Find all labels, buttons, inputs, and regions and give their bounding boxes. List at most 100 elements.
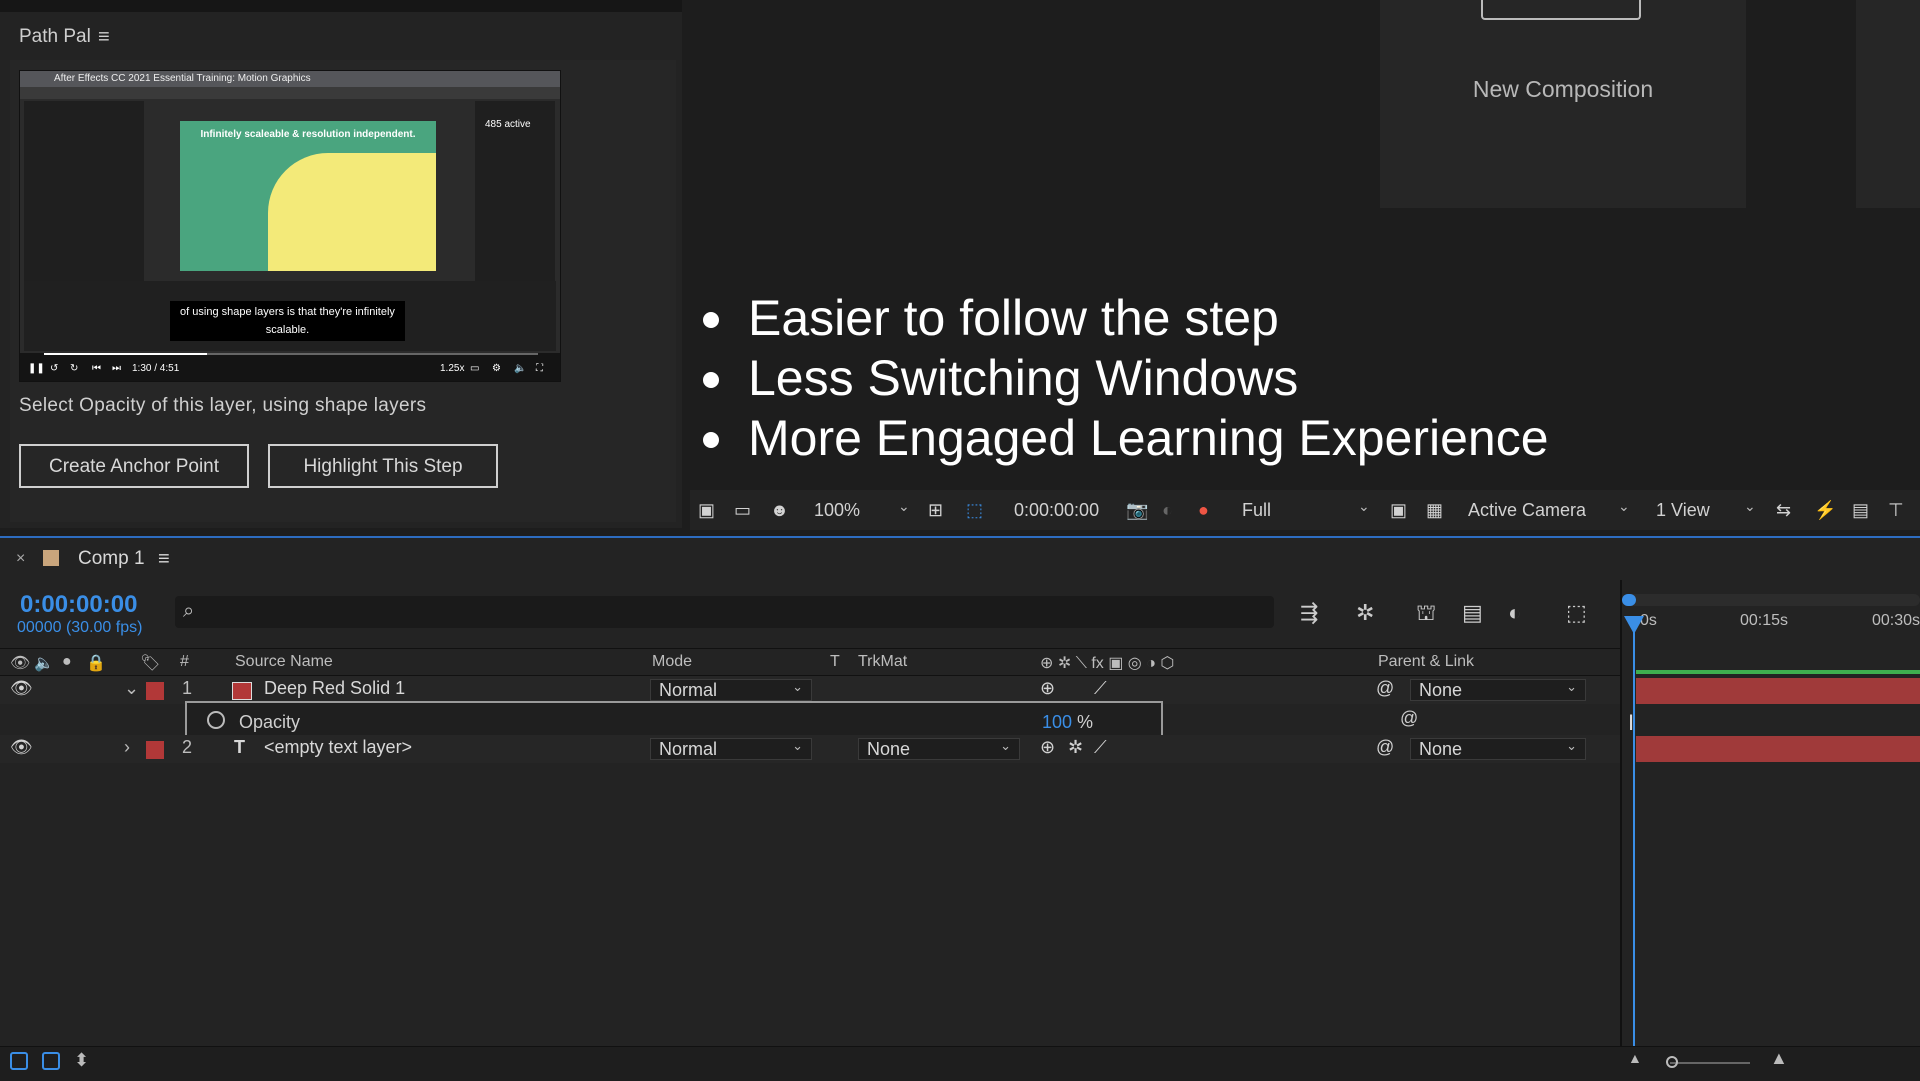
draft-3d-icon[interactable]: ✲ (1356, 600, 1374, 626)
chevron-down-icon[interactable]: ⌄ (1618, 498, 1630, 515)
column-source-name[interactable]: Source Name (235, 653, 333, 671)
zoom-slider-track[interactable] (1670, 1062, 1750, 1064)
always-preview-icon[interactable]: ▣ (698, 490, 715, 530)
safe-zones-icon[interactable]: ⊞ (928, 490, 943, 530)
forward-icon[interactable]: ↻ (70, 363, 78, 374)
zoom-out-icon[interactable]: ▲ (1628, 1050, 1642, 1066)
opacity-value[interactable]: 100 (1042, 712, 1072, 733)
views-dropdown[interactable]: 1 View (1656, 490, 1710, 530)
pickwhip-icon[interactable]: @ (1376, 678, 1394, 699)
close-icon[interactable]: × (16, 550, 25, 568)
camera-dropdown[interactable]: Active Camera (1468, 490, 1586, 530)
highlight-this-step-button[interactable]: Highlight This Step (268, 444, 498, 488)
video-menu-bar (20, 87, 560, 99)
visibility-icon[interactable]: 👁 (10, 737, 33, 758)
eye-icon[interactable]: 👁 (10, 653, 30, 673)
zoom-in-icon[interactable]: ▲ (1770, 1048, 1788, 1069)
flowchart-icon[interactable]: ⊤ (1888, 490, 1904, 530)
tutorial-video-player[interactable]: After Effects CC 2021 Essential Training… (19, 70, 561, 382)
fast-previews-icon[interactable]: ⚡ (1814, 490, 1836, 530)
mask-icon[interactable]: ☻ (770, 490, 789, 530)
hamburger-icon[interactable]: ≡ (158, 548, 170, 571)
frame-blending-icon[interactable]: ▤ (1462, 600, 1483, 626)
chevron-down-icon[interactable]: ⌄ (1744, 498, 1756, 515)
mode-select[interactable]: Normal ⌄ (650, 679, 812, 701)
chevron-down-icon[interactable]: ⌄ (1358, 498, 1370, 515)
settings-icon[interactable]: ⚙ (492, 363, 501, 374)
chevron-down-icon[interactable]: ⌄ (124, 678, 139, 699)
work-area-bar[interactable] (1636, 670, 1920, 674)
chevron-down-icon: ⌄ (792, 679, 803, 694)
playback-speed[interactable]: 1.25x (440, 363, 464, 374)
shy-layers-icon[interactable]: ⛫ (1416, 600, 1436, 629)
pause-icon[interactable]: ❚❚ (28, 363, 45, 374)
chevron-right-icon[interactable]: › (124, 737, 130, 758)
previous-icon[interactable]: ⏮ (92, 363, 101, 374)
table-row[interactable]: 👁 › 2 T <empty text layer> Normal ⌄ None ⌄… (0, 735, 1620, 763)
collapse-switch-icon[interactable]: ⊕ (1040, 737, 1055, 758)
continuous-raster-icon[interactable]: ✲ (1068, 737, 1083, 758)
benefit-item: Less Switching Windows (698, 348, 1549, 408)
hamburger-icon[interactable]: ≡ (98, 26, 110, 49)
trkmat-select[interactable]: None ⌄ (858, 738, 1020, 760)
stopwatch-icon[interactable] (207, 711, 225, 729)
graph-editor-icon[interactable]: ⬚ (1566, 600, 1587, 626)
layer-duration-bar[interactable] (1636, 678, 1920, 704)
current-time[interactable]: 0:00:00:00 (20, 591, 137, 619)
layer-label-color[interactable] (146, 741, 164, 759)
composition-mini-flowchart-icon[interactable]: ⇶ (1300, 600, 1318, 626)
layer-search-input[interactable]: ⌕ (175, 596, 1274, 628)
parent-select[interactable]: None ⌄ (1410, 679, 1586, 701)
pickwhip-icon[interactable]: @ (1400, 708, 1418, 729)
monitor-icon[interactable]: ▭ (734, 490, 751, 530)
solo-icon[interactable]: ● (62, 653, 72, 671)
motion-blur-icon[interactable]: ◐ (1508, 600, 1521, 626)
zoom-slider-handle[interactable] (1666, 1056, 1678, 1068)
show-snapshot-icon[interactable]: ◐ (1162, 490, 1173, 530)
new-composition-label[interactable]: New Composition (1380, 76, 1746, 103)
layer-name[interactable]: Deep Red Solid 1 (264, 678, 405, 699)
captions-icon[interactable]: ▭ (470, 363, 479, 374)
panel-top-bar (0, 0, 682, 12)
ruler-tick: 00:15s (1740, 612, 1789, 629)
volume-icon[interactable]: 🔈 (514, 363, 526, 374)
region-of-interest-icon[interactable]: ⬚ (966, 490, 983, 530)
snapshot-icon[interactable]: 📷 (1126, 490, 1148, 530)
zoom-dropdown[interactable]: 100% (814, 490, 860, 530)
create-anchor-point-button[interactable]: Create Anchor Point (19, 444, 249, 488)
quality-switch-icon[interactable]: ⟋ (1094, 737, 1107, 758)
next-icon[interactable]: ⏭ (112, 363, 121, 374)
tab-comp-1[interactable]: Comp 1 (78, 548, 145, 570)
time-navigator[interactable] (1622, 594, 1920, 606)
pickwhip-icon[interactable]: @ (1376, 737, 1394, 758)
channel-color-icon[interactable]: ● (1198, 490, 1209, 530)
transfer-controls-icon[interactable] (42, 1052, 60, 1070)
transparency-grid-icon[interactable]: ▦ (1426, 490, 1443, 530)
layer-label-color[interactable] (146, 682, 164, 700)
playhead[interactable] (1633, 620, 1635, 1050)
layer-switches-icon[interactable] (10, 1052, 28, 1070)
playhead-handle[interactable] (1624, 616, 1644, 634)
rewind-icon[interactable]: ↺ (50, 363, 58, 374)
toggle-transparency-icon[interactable]: ▣ (1390, 490, 1407, 530)
lock-icon[interactable]: 🔒 (86, 653, 106, 673)
resolution-dropdown[interactable]: Full (1242, 490, 1271, 530)
viewer-timecode[interactable]: 0:00:00:00 (1014, 490, 1099, 530)
reset-exposure-icon[interactable]: ⇆ (1776, 490, 1791, 530)
layer-name[interactable]: <empty text layer> (264, 737, 412, 758)
audio-icon[interactable]: 🔈 (34, 653, 54, 673)
table-row[interactable]: 👁 ⌄ 1 Deep Red Solid 1 Normal ⌄ ⊕ ⟋ @ Non… (0, 676, 1620, 704)
label-icon[interactable]: 🏷 (140, 653, 160, 673)
fullscreen-icon[interactable]: ⛶ (536, 363, 543, 374)
mode-select[interactable]: Normal ⌄ (650, 738, 812, 760)
timeline-icon[interactable]: ▤ (1852, 490, 1869, 530)
chevron-down-icon[interactable]: ⌄ (898, 498, 910, 515)
quality-switch-icon[interactable]: ⟋ (1094, 678, 1107, 699)
time-navigator-handle[interactable] (1622, 594, 1636, 606)
new-composition-card[interactable] (1380, 0, 1746, 208)
parent-select[interactable]: None ⌄ (1410, 738, 1586, 760)
visibility-icon[interactable]: 👁 (10, 678, 33, 699)
collapse-switch-icon[interactable]: ⊕ (1040, 678, 1055, 699)
layer-duration-bar[interactable] (1636, 736, 1920, 762)
in-out-icon[interactable]: ⬍ (74, 1050, 89, 1071)
